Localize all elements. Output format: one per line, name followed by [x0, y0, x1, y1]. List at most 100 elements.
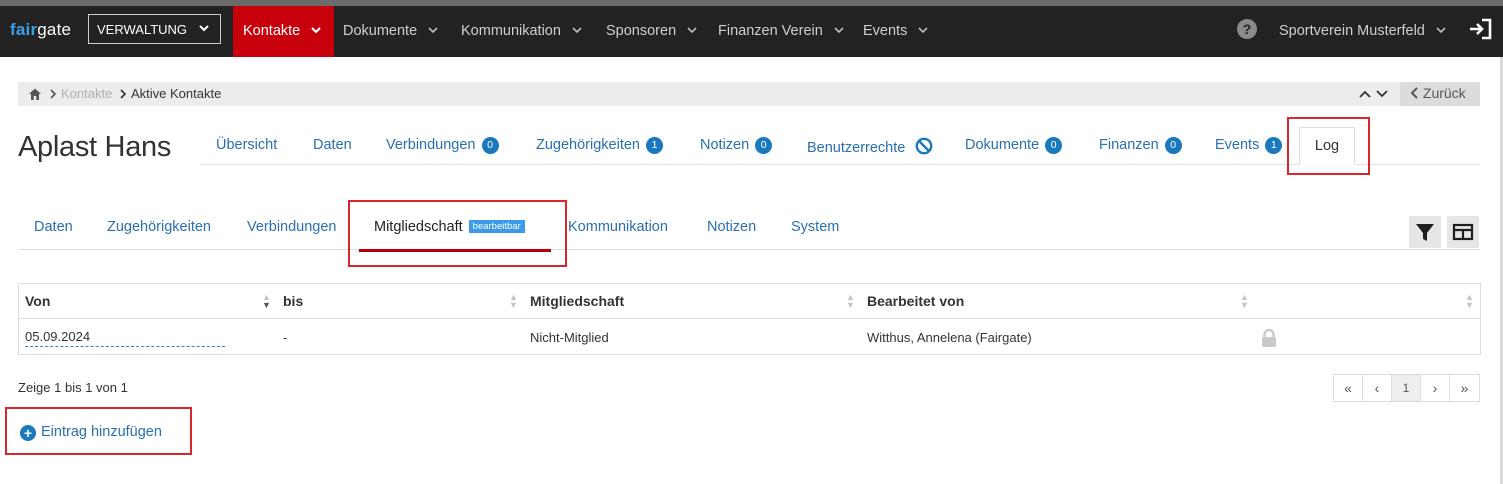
sort-icon[interactable]: ▲ ▼	[1465, 293, 1474, 310]
organisation-selector[interactable]: VERWALTUNG	[88, 14, 221, 44]
tab-label: System	[791, 219, 840, 235]
nav-item-events[interactable]: Events	[863, 6, 929, 57]
highlight-box-mitgliedschaft-tab	[348, 200, 567, 267]
pagination-page-1[interactable]: 1	[1392, 375, 1421, 401]
sort-icon[interactable]: ▲ ▼	[262, 293, 271, 310]
tab-label: Notizen	[700, 137, 750, 153]
pagination-prev-button[interactable]: ‹	[1363, 375, 1392, 401]
tab-label: Übersicht	[216, 137, 278, 153]
highlight-box-add-entry	[5, 407, 192, 455]
count-badge: 1	[1265, 137, 1283, 154]
tab-label: Zugehörigkeiten	[536, 137, 640, 153]
tab-daten[interactable]: Daten	[313, 137, 352, 153]
chevron-down-icon	[572, 27, 582, 34]
chevron-down-icon	[199, 25, 209, 32]
page-title: Aplast Hans	[18, 131, 172, 163]
top-navbar: fairgate VERWALTUNG Kontakte Dokumente K…	[0, 6, 1503, 57]
tab-notizen[interactable]: Notizen 0	[700, 137, 773, 154]
column-header-mitgliedschaft[interactable]: Mitgliedschaft	[530, 293, 624, 309]
column-header-bis[interactable]: bis	[283, 293, 303, 309]
chevron-right-icon	[50, 89, 57, 99]
tab-label: Daten	[313, 137, 352, 153]
subtab-zugehoerigkeiten[interactable]: Zugehörigkeiten	[107, 219, 211, 235]
breadcrumb-item-aktive-kontakte: Aktive Kontakte	[131, 86, 222, 101]
nav-item-kontakte[interactable]: Kontakte	[233, 6, 335, 57]
cell-mitgliedschaft: Nicht-Mitglied	[530, 330, 609, 345]
filter-icon	[1416, 224, 1434, 241]
tab-label: Kommunikation	[568, 219, 668, 235]
membership-log-table: Von ▲ ▼ bis ▲ ▼ Mitgliedschaft ▲ ▼ Bearbeit…	[18, 283, 1481, 355]
columns-button[interactable]	[1447, 216, 1479, 248]
tab-zugehoerigkeiten[interactable]: Zugehörigkeiten 1	[536, 137, 663, 154]
chevron-left-icon	[1410, 87, 1418, 99]
chevron-down-icon	[1436, 27, 1446, 34]
table-columns-icon	[1452, 223, 1474, 241]
filter-button[interactable]	[1409, 216, 1441, 248]
pagination-last-button[interactable]: »	[1450, 375, 1479, 401]
count-badge: 1	[646, 137, 663, 154]
tab-finanzen[interactable]: Finanzen 0	[1099, 137, 1182, 154]
breadcrumb: Kontakte Aktive Kontakte Zurück	[18, 82, 1480, 106]
tab-label: Notizen	[707, 219, 757, 235]
chevron-down-icon[interactable]	[1375, 88, 1389, 100]
count-badge: 0	[1164, 137, 1182, 154]
back-button-label: Zurück	[1422, 85, 1466, 101]
column-header-von[interactable]: Von	[25, 293, 50, 309]
subtab-daten[interactable]: Daten	[34, 219, 73, 235]
lock-icon	[1262, 328, 1276, 347]
subtab-notizen[interactable]: Notizen	[707, 219, 756, 235]
tab-uebersicht[interactable]: Übersicht	[216, 137, 277, 153]
question-circle-icon[interactable]: ?	[1237, 19, 1257, 39]
fairgate-logo[interactable]: fairgate	[10, 20, 71, 40]
nav-item-dokumente[interactable]: Dokumente	[343, 6, 439, 57]
cell-bis: -	[283, 330, 288, 345]
pagination: « ‹ 1 › »	[1333, 374, 1480, 402]
tab-label: Events	[1215, 137, 1260, 153]
logo-part-fair: fair	[10, 20, 38, 39]
logo-part-gate: gate	[37, 20, 72, 39]
pagination-next-button[interactable]: ›	[1421, 375, 1450, 401]
subtabs-baseline	[18, 249, 1480, 250]
column-header-bearbeitet-von[interactable]: Bearbeitet von	[867, 293, 964, 309]
nav-item-label: Sponsoren	[606, 23, 677, 39]
ban-icon	[915, 137, 933, 155]
tab-label: Benutzerrechte	[807, 140, 906, 156]
sort-icon[interactable]: ▲ ▼	[509, 293, 518, 310]
subtab-system[interactable]: System	[791, 219, 839, 235]
sign-out-icon[interactable]	[1468, 18, 1492, 40]
tab-label: Verbindungen	[247, 219, 337, 235]
count-badge: 0	[481, 137, 499, 154]
highlight-box-log-tab	[1287, 117, 1370, 175]
nav-item-kommunikation[interactable]: Kommunikation	[461, 6, 583, 57]
nav-item-label: Kommunikation	[461, 23, 561, 39]
subtab-verbindungen[interactable]: Verbindungen	[247, 219, 337, 235]
subtab-kommunikation[interactable]: Kommunikation	[568, 219, 668, 235]
editable-date-underline	[25, 346, 225, 347]
sort-icon[interactable]: ▲ ▼	[1240, 293, 1249, 310]
tab-label: Finanzen	[1099, 137, 1159, 153]
tab-verbindungen[interactable]: Verbindungen 0	[386, 137, 499, 154]
home-icon[interactable]	[28, 87, 42, 101]
table-header: Von ▲ ▼ bis ▲ ▼ Mitgliedschaft ▲ ▼ Bearbeit…	[19, 284, 1480, 319]
tab-events[interactable]: Events 1	[1215, 137, 1283, 154]
club-menu[interactable]: Sportverein Musterfeld	[1279, 23, 1447, 39]
nav-item-finanzen-verein[interactable]: Finanzen Verein	[718, 6, 845, 57]
chevron-down-icon	[834, 27, 844, 34]
nav-item-sponsoren[interactable]: Sponsoren	[606, 6, 698, 57]
chevron-down-icon	[311, 27, 321, 34]
cell-bearbeitet-von: Witthus, Annelena (Fairgate)	[867, 330, 1032, 345]
sort-icon[interactable]: ▲ ▼	[846, 293, 855, 310]
nav-item-label: Finanzen Verein	[718, 23, 823, 39]
tab-dokumente[interactable]: Dokumente 0	[965, 137, 1063, 154]
club-menu-label: Sportverein Musterfeld	[1279, 23, 1425, 39]
tab-label: Verbindungen	[386, 137, 476, 153]
tab-benutzerrechte[interactable]: Benutzerrechte	[807, 137, 933, 156]
breadcrumb-item-kontakte[interactable]: Kontakte	[61, 86, 112, 101]
organisation-selector-label: VERWALTUNG	[97, 22, 188, 37]
chevron-up-icon[interactable]	[1358, 88, 1372, 100]
chevron-down-icon	[428, 27, 438, 34]
pagination-first-button[interactable]: «	[1334, 375, 1363, 401]
cell-von[interactable]: 05.09.2024	[25, 329, 90, 344]
chevron-down-icon	[687, 27, 697, 34]
back-button[interactable]: Zurück	[1400, 82, 1480, 106]
